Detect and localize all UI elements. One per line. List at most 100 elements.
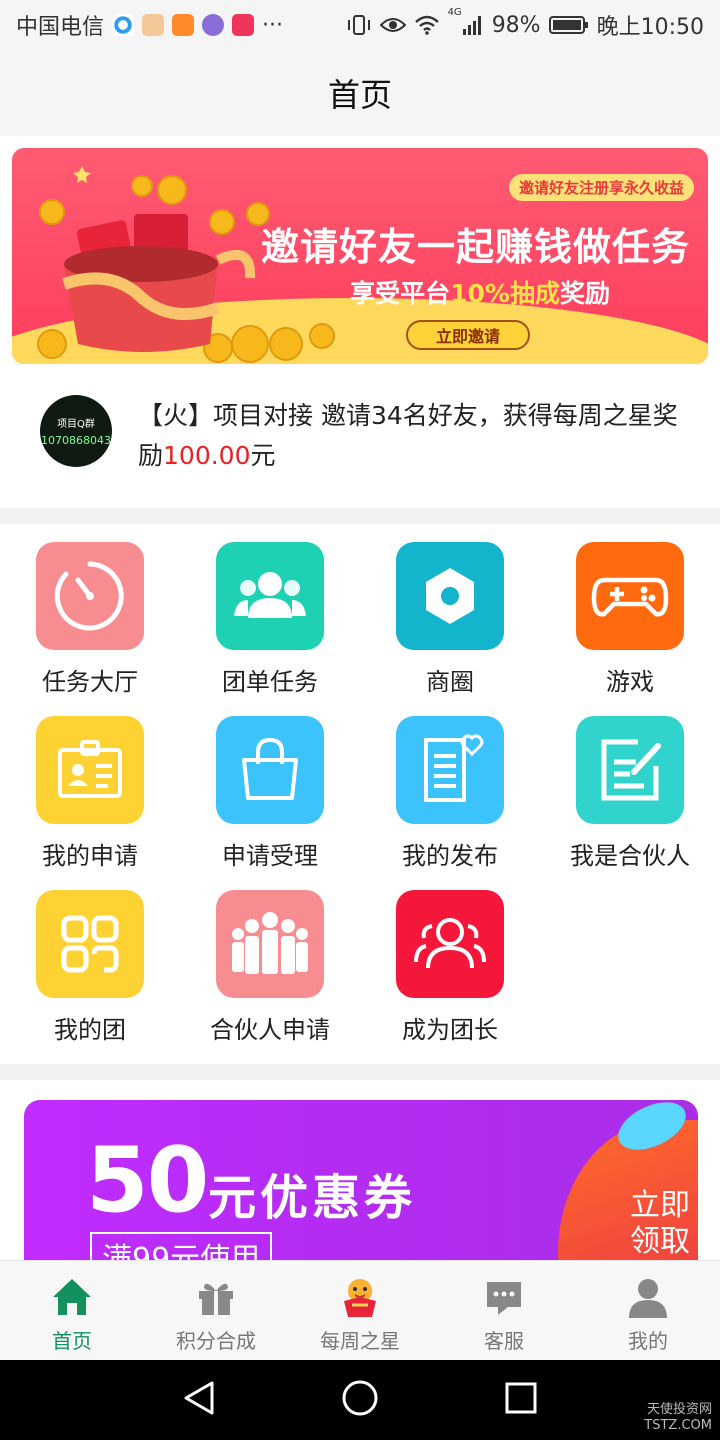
- tab-label: 每周之星: [320, 1329, 400, 1353]
- chat-icon: [482, 1275, 526, 1319]
- notification-app-icon: [112, 14, 135, 36]
- grid-tile: [216, 716, 324, 824]
- grid-item-label: 我的发布: [402, 842, 498, 870]
- grid-tile: [36, 716, 144, 824]
- tab-weekly-star[interactable]: 每周之星: [288, 1261, 432, 1360]
- grid-item-application-review[interactable]: 申请受理: [180, 698, 360, 872]
- grid-item-i-am-partner[interactable]: 我是合伙人: [540, 698, 720, 872]
- hexagon-icon: [426, 568, 474, 624]
- notification-app-icon: [142, 14, 165, 36]
- carrier-label: 中国电信: [16, 15, 105, 40]
- grid-tile: [576, 716, 684, 824]
- home-circle-icon[interactable]: [341, 1379, 379, 1421]
- notification-app-icon: [232, 14, 255, 36]
- grid-tile: [396, 542, 504, 650]
- signal-icon: 4G: [448, 7, 484, 35]
- grid-item-my-application[interactable]: 我的申请: [0, 698, 180, 872]
- grid-item-business-circle[interactable]: 商圈: [360, 524, 540, 698]
- grid-item-label: 我是合伙人: [570, 842, 690, 870]
- more-notifications-icon: ···: [262, 12, 283, 38]
- page-title: 首页: [327, 76, 392, 114]
- users-icon: [414, 918, 486, 969]
- grid-item-partner-application[interactable]: 合伙人申请: [180, 872, 360, 1046]
- grid-apps-icon: [61, 915, 119, 973]
- bag-icon: [242, 737, 298, 800]
- tab-home[interactable]: 首页: [0, 1261, 144, 1360]
- document-heart-icon: [424, 734, 484, 802]
- grid-item-label: 商圈: [426, 668, 474, 696]
- team-icon: [232, 912, 308, 974]
- app-root: 中国电信 ··· 4G 98% 晚上10:50 首页 邀请好友注册享永久收益 邀…: [0, 0, 720, 1440]
- bottom-tab-bar: 首页 积分合成 每周之星 客服 我的: [0, 1260, 720, 1360]
- wifi-icon: [414, 15, 440, 35]
- edit-note-icon: [601, 739, 661, 801]
- invite-now-button[interactable]: 立即邀请: [406, 320, 530, 350]
- grid-tile: [396, 716, 504, 824]
- grid-item-task-hall[interactable]: 任务大厅: [0, 524, 180, 698]
- back-icon[interactable]: [182, 1380, 216, 1420]
- claim-now-button[interactable]: 立即 领取: [630, 1188, 690, 1260]
- invite-banner[interactable]: 邀请好友注册享永久收益 邀请好友一起赚钱做任务 享受平台10%抽成奖励 立即邀请: [12, 148, 708, 364]
- feature-grid: 任务大厅 团单任务 商圈 游戏 我的申请 申请受理 我的发布 我是合伙人 我的团…: [0, 524, 720, 1064]
- grid-item-label: 任务大厅: [42, 668, 138, 696]
- avatar: 项目Q群 1070868043: [40, 395, 112, 467]
- grid-tile: [36, 890, 144, 998]
- grid-tile: [216, 890, 324, 998]
- home-icon: [50, 1275, 94, 1319]
- star-mascot-icon: [338, 1275, 382, 1319]
- eye-comfort-icon: [379, 16, 406, 34]
- gamepad-icon: [591, 577, 669, 617]
- vibrate-icon: [346, 14, 372, 36]
- notification-app-icon: [202, 14, 225, 36]
- clock: 晚上10:50: [596, 15, 704, 40]
- notification-app-icon: [172, 14, 195, 36]
- tab-label: 积分合成: [176, 1329, 256, 1353]
- battery-percent: 98%: [491, 12, 541, 38]
- grid-tile: [36, 542, 144, 650]
- coupon-amount: 50: [86, 1128, 209, 1233]
- nav-bar: 首页: [0, 50, 720, 136]
- coupon-banner[interactable]: 50 元优惠券 满99元使用 立即 领取: [24, 1100, 698, 1260]
- banner-subheadline: 享受平台10%抽成奖励: [350, 279, 610, 308]
- grid-item-label: 我的申请: [42, 842, 138, 870]
- reward-amount: 100.00: [163, 441, 251, 470]
- grid-item-label: 申请受理: [222, 842, 318, 870]
- timer-icon: [54, 561, 124, 631]
- grid-item-group-task[interactable]: 团单任务: [180, 524, 360, 698]
- grid-item-my-team[interactable]: 我的团: [0, 872, 180, 1046]
- system-nav-bar: 天使投资网 TSTZ.COM: [0, 1360, 720, 1440]
- banner-tag: 邀请好友注册享永久收益: [508, 174, 694, 201]
- tab-mine[interactable]: 我的: [576, 1261, 720, 1360]
- tab-customer-service[interactable]: 客服: [432, 1261, 576, 1360]
- grid-item-label: 合伙人申请: [210, 1016, 330, 1044]
- grid-tile: [216, 542, 324, 650]
- battery-icon: [548, 15, 589, 35]
- banner-headline: 邀请好友一起赚钱做任务: [260, 225, 690, 269]
- notice-bar[interactable]: 项目Q群 1070868043 【火】项目对接 邀请34名好友，获得每周之星奖励…: [0, 376, 720, 508]
- grid-tile: [396, 890, 504, 998]
- coupon-condition: 满99元使用: [90, 1232, 273, 1260]
- grid-item-label: 团单任务: [222, 668, 318, 696]
- id-card-icon: [58, 740, 122, 798]
- grid-item-games[interactable]: 游戏: [540, 524, 720, 698]
- user-icon: [626, 1275, 670, 1319]
- tab-label: 首页: [52, 1329, 92, 1353]
- grid-item-become-leader[interactable]: 成为团长: [360, 872, 540, 1046]
- recents-icon[interactable]: [504, 1381, 538, 1419]
- group-icon: [234, 572, 306, 618]
- tab-points-synthesis[interactable]: 积分合成: [144, 1261, 288, 1360]
- grid-tile: [576, 542, 684, 650]
- watermark: 天使投资网 TSTZ.COM: [644, 1402, 712, 1433]
- coupon-section: 50 元优惠券 满99元使用 立即 领取: [0, 1080, 720, 1260]
- banner-section: 邀请好友注册享永久收益 邀请好友一起赚钱做任务 享受平台10%抽成奖励 立即邀请: [0, 136, 720, 376]
- tab-label: 客服: [484, 1329, 524, 1353]
- grid-item-label: 游戏: [606, 668, 654, 696]
- tab-label: 我的: [628, 1329, 668, 1353]
- grid-item-label: 我的团: [54, 1016, 126, 1044]
- coupon-unit: 元优惠券: [208, 1170, 417, 1226]
- notice-text: 【火】项目对接 邀请34名好友，获得每周之星奖励100.00元: [138, 401, 678, 470]
- gift-icon: [194, 1275, 238, 1319]
- grid-item-label: 成为团长: [402, 1016, 498, 1044]
- grid-item-my-posts[interactable]: 我的发布: [360, 698, 540, 872]
- status-bar: 中国电信 ··· 4G 98% 晚上10:50: [0, 0, 720, 50]
